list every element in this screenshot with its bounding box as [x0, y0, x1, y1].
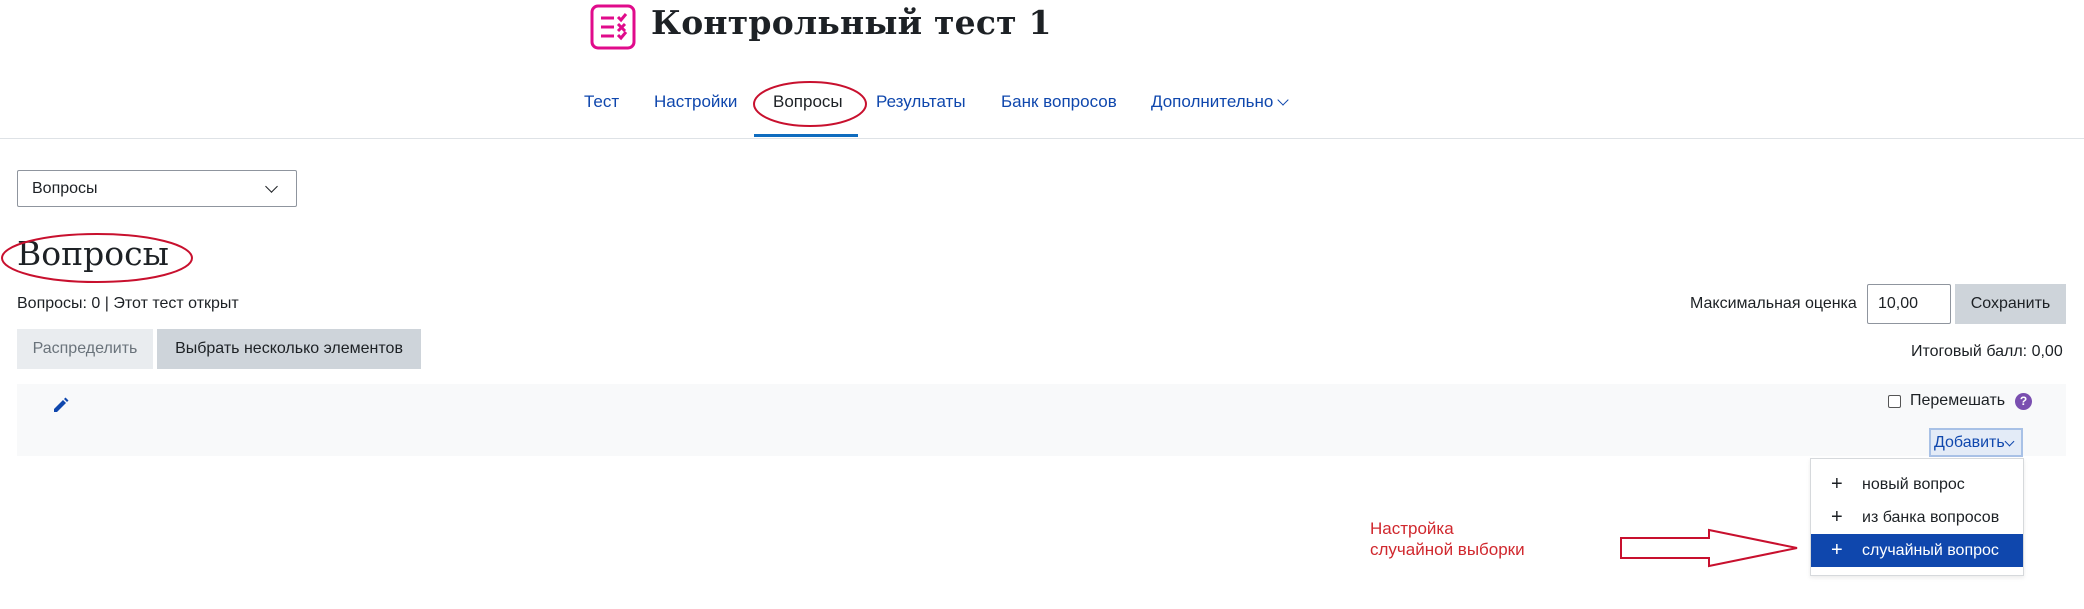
tab-quiz[interactable]: Тест [584, 92, 619, 112]
add-menu-item-random-question[interactable]: + случайный вопрос [1811, 534, 2023, 567]
chevron-down-icon [1277, 94, 1290, 106]
select-multiple-button[interactable]: Выбрать несколько элементов [157, 329, 421, 369]
page-select-value: Вопросы [32, 180, 98, 197]
quiz-title: Контрольный тест 1 [651, 3, 1052, 42]
chevron-down-icon [2004, 436, 2015, 447]
tab-question-bank[interactable]: Банк вопросов [1001, 92, 1117, 112]
max-grade-label: Максимальная оценка [1690, 295, 1857, 312]
max-grade-input[interactable]: 10,00 [1867, 284, 1951, 324]
add-dropdown-toggle[interactable]: Добавить [1929, 428, 2023, 457]
tab-results[interactable]: Результаты [876, 92, 966, 112]
pencil-icon[interactable] [51, 395, 71, 415]
add-menu-item-label: новый вопрос [1862, 476, 1965, 493]
active-tab-indicator [754, 134, 858, 137]
shuffle-checkbox[interactable] [1888, 395, 1901, 408]
quiz-icon [590, 4, 636, 50]
add-menu-item-from-bank[interactable]: + из банка вопросов [1811, 501, 2023, 534]
tab-more-label: Дополнительно [1151, 92, 1274, 111]
annotation-arrow [1620, 528, 1798, 568]
section-bar [17, 384, 2066, 456]
quiz-info: Вопросы: 0 | Этот тест открыт [17, 295, 239, 312]
help-icon[interactable]: ? [2015, 393, 2032, 410]
shuffle-label: Перемешать [1910, 392, 2006, 409]
plus-icon: + [1831, 539, 1843, 561]
tab-settings[interactable]: Настройки [654, 92, 737, 112]
add-menu-item-new-question[interactable]: + новый вопрос [1811, 468, 2023, 501]
tab-questions[interactable]: Вопросы [773, 92, 843, 112]
page-select[interactable]: Вопросы [17, 170, 297, 207]
annotation-text: Настройка случайной выборки [1370, 519, 1525, 559]
repaginate-button[interactable]: Распределить [17, 329, 153, 369]
tab-more[interactable]: Дополнительно [1151, 92, 1290, 112]
plus-icon: + [1831, 506, 1843, 528]
secondary-navigation: Тест Настройки Вопросы Результаты Банк в… [0, 80, 2084, 139]
add-label: Добавить [1934, 434, 2005, 451]
add-menu: + новый вопрос + из банка вопросов + слу… [1810, 458, 2024, 576]
save-button[interactable]: Сохранить [1955, 284, 2066, 324]
plus-icon: + [1831, 473, 1843, 495]
page-title: Вопросы [17, 234, 169, 273]
chevron-down-icon [265, 180, 278, 193]
add-menu-item-label: из банка вопросов [1862, 509, 2000, 526]
total-grade: Итоговый балл: 0,00 [1911, 343, 2063, 360]
add-menu-item-label: случайный вопрос [1862, 542, 1999, 559]
